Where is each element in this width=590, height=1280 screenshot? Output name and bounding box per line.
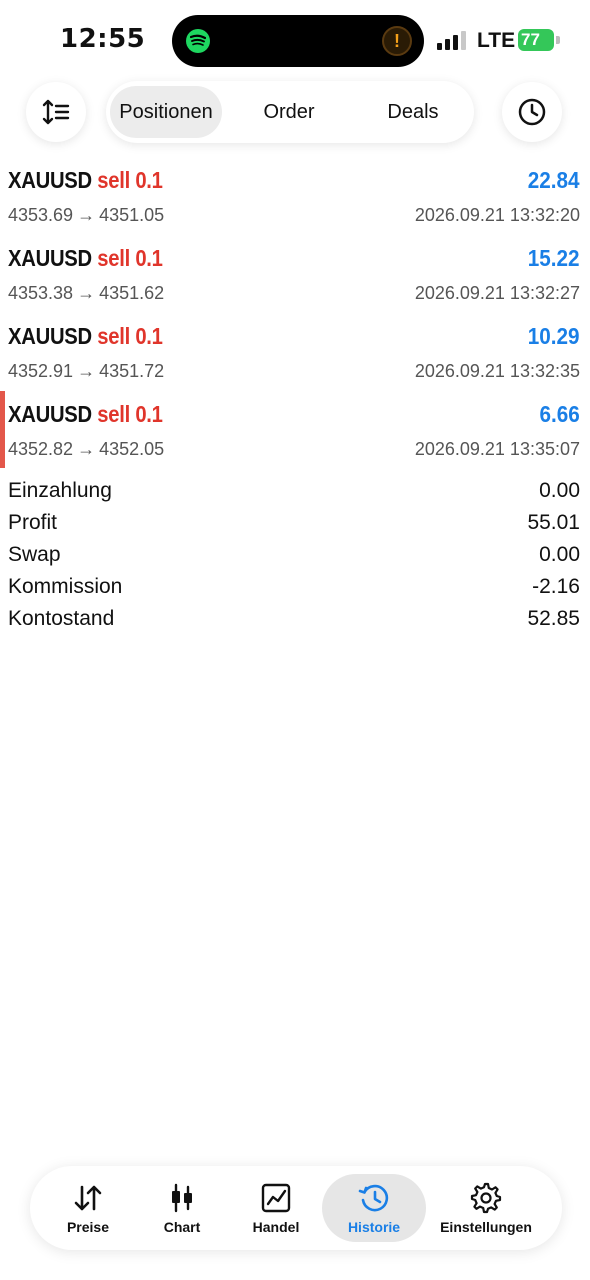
deal-row[interactable]: XAUUSD sell 0.1 15.22 4353.38 → 4351.62 20… — [0, 241, 590, 319]
deal-time: 2026.09.21 13:32:35 — [414, 361, 580, 381]
battery-cap — [556, 36, 560, 44]
summary-value: 0.00 — [539, 479, 580, 502]
summary-row-einzahlung: Einzahlung 0.00 — [0, 479, 590, 511]
summary-row-swap: Swap 0.00 — [0, 543, 590, 575]
tab-deals[interactable]: Deals — [356, 86, 470, 138]
deal-time: 2026.09.21 13:32:20 — [414, 205, 580, 225]
tab-label: Chart — [163, 1219, 201, 1235]
deal-row[interactable]: XAUUSD sell 0.1 6.66 4352.82 → 4352.05 202… — [0, 397, 590, 475]
deal-symbol: XAUUSD sell 0.1 — [8, 323, 163, 349]
deal-type: sell 0.1 — [97, 323, 163, 349]
deal-symbol: XAUUSD sell 0.1 — [8, 401, 163, 427]
deal-prices: 4352.82 → 4352.05 — [8, 439, 165, 459]
signal-icon — [437, 30, 467, 50]
tab-einstellungen[interactable]: Einstellungen — [430, 1174, 542, 1242]
history-icon — [358, 1184, 389, 1212]
deal-prices: 4352.91 → 4351.72 — [8, 361, 165, 381]
quotes-arrows-icon — [74, 1185, 102, 1211]
tab-positionen[interactable]: Positionen — [110, 86, 222, 138]
deal-profit: 15.22 — [528, 245, 580, 271]
battery-indicator: 77 — [518, 29, 554, 51]
candlestick-chart-icon — [172, 1183, 192, 1213]
deal-symbol: XAUUSD sell 0.1 — [8, 167, 163, 193]
deal-symbol: XAUUSD sell 0.1 — [8, 245, 163, 271]
network-label: LTE — [477, 29, 516, 52]
deal-type: sell 0.1 — [97, 245, 163, 271]
summary-label: Swap — [8, 543, 61, 566]
spotify-icon — [186, 29, 210, 53]
bottom-tab-bar: Preise Chart Handel Historie Einstellung… — [30, 1166, 562, 1250]
trade-chart-icon — [261, 1183, 291, 1213]
deal-prices: 4353.38 → 4351.62 — [8, 283, 165, 303]
deal-row[interactable]: XAUUSD sell 0.1 10.29 4352.91 → 4351.72 20… — [0, 319, 590, 397]
summary-value: -2.16 — [532, 575, 580, 598]
tab-historie[interactable]: Historie — [322, 1174, 426, 1242]
sort-icon — [42, 99, 70, 125]
tab-label: Handel — [252, 1219, 300, 1235]
deal-row[interactable]: XAUUSD sell 0.1 22.84 4353.69 → 4351.05 20… — [0, 163, 590, 241]
sort-button[interactable] — [26, 82, 86, 142]
tab-order[interactable]: Order — [232, 86, 346, 138]
gear-icon — [470, 1182, 502, 1214]
summary-label: Kontostand — [8, 607, 115, 630]
summary-value: 55.01 — [527, 511, 580, 534]
summary-label: Einzahlung — [8, 479, 112, 502]
summary-label: Profit — [8, 511, 58, 534]
deal-profit: 6.66 — [539, 401, 580, 427]
period-button[interactable] — [502, 82, 562, 142]
deal-profit: 22.84 — [528, 167, 580, 193]
summary-row-profit: Profit 55.01 — [0, 511, 590, 543]
tab-chart[interactable]: Chart — [138, 1174, 226, 1242]
deal-type: sell 0.1 — [97, 401, 163, 427]
segment-control: Positionen Order Deals — [106, 81, 474, 143]
status-time: 12:55 — [60, 24, 146, 54]
deal-prices: 4353.69 → 4351.05 — [8, 205, 165, 225]
summary-label: Kommission — [8, 575, 123, 598]
deal-time: 2026.09.21 13:32:27 — [414, 283, 580, 303]
summary-value: 52.85 — [527, 607, 580, 630]
summary-row-kontostand: Kontostand 52.85 — [0, 607, 590, 639]
tab-preise[interactable]: Preise — [44, 1174, 132, 1242]
deal-profit: 10.29 — [528, 323, 580, 349]
clock-icon — [518, 98, 546, 126]
deal-type: sell 0.1 — [97, 167, 163, 193]
tab-handel[interactable]: Handel — [232, 1174, 320, 1242]
tab-label: Historie — [347, 1219, 401, 1235]
tab-label: Preise — [66, 1219, 110, 1235]
alert-icon: ! — [382, 26, 412, 56]
summary-row-kommission: Kommission -2.16 — [0, 575, 590, 607]
summary-value: 0.00 — [539, 543, 580, 566]
deal-time: 2026.09.21 13:35:07 — [414, 439, 580, 459]
tab-label: Einstellungen — [440, 1219, 532, 1235]
